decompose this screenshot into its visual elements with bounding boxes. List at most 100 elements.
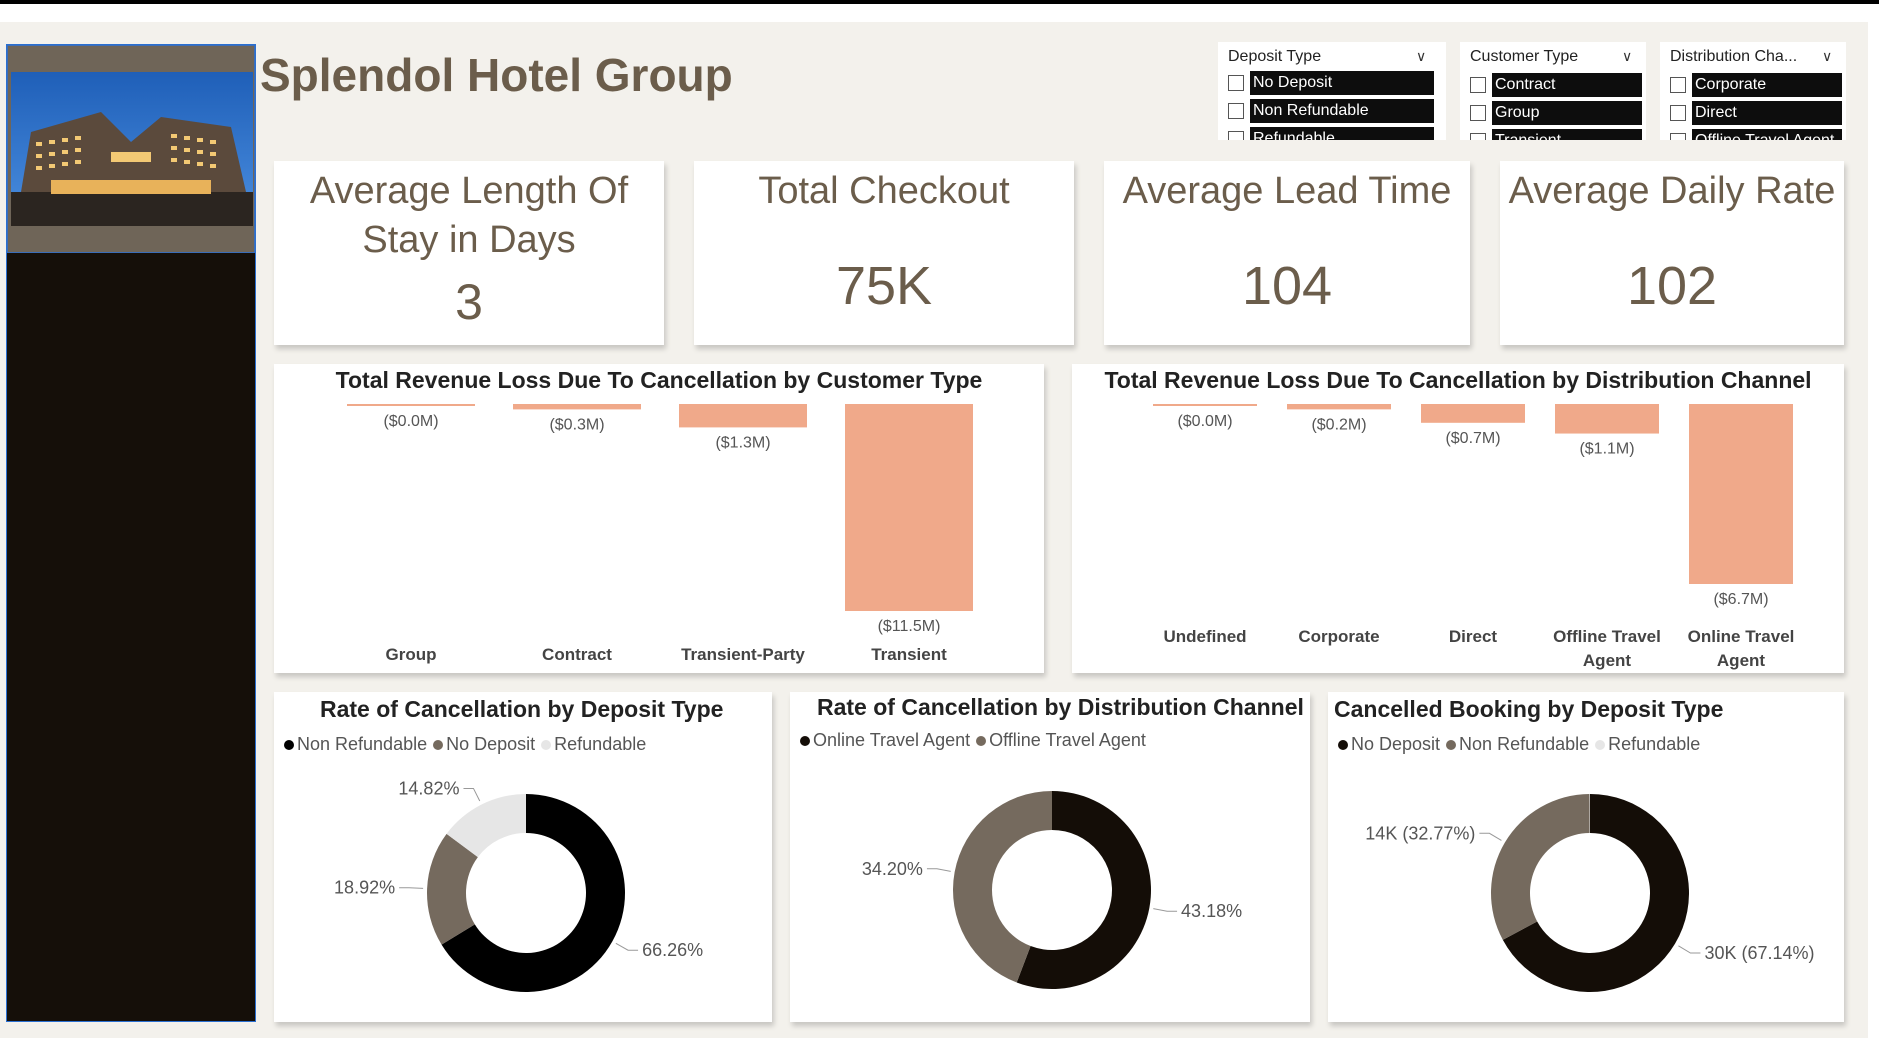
top-border [0,0,1879,4]
checkbox[interactable] [1470,105,1486,121]
leader-line [1153,908,1178,912]
kpi-title: Average Length Of Stay in Days [309,170,629,261]
bar-chart-svg: ($0.0M) Undefined ($0.2M) Corporate ($0.7M) D… [1153,404,1795,670]
bar[interactable] [1555,404,1659,434]
slicer-option-label: Transient [1492,129,1642,140]
category-label: Transient-Party [681,645,805,664]
bar[interactable] [1421,404,1525,423]
category-label: Agent [1583,651,1632,670]
sidebar [6,44,256,1022]
chevron-down-icon[interactable]: ∨ [1416,48,1426,65]
slicer-header: Customer Type [1470,48,1579,65]
slicer-option[interactable]: No Deposit [1228,71,1446,95]
checkbox[interactable] [1228,103,1244,119]
data-label: 18.92% [334,878,395,898]
bar[interactable] [1689,404,1793,584]
data-label: ($1.3M) [715,434,770,451]
category-label: Group [386,645,437,664]
data-label: ($1.1M) [1579,441,1634,458]
data-label: 43.18% [1181,901,1242,921]
customer-type-slicer[interactable]: Customer Type ∨ Contract Group Transient [1460,42,1646,140]
slicer-option[interactable]: Contract [1470,73,1646,97]
leader-line [463,787,481,802]
slicer-option[interactable]: Non Refundable [1228,99,1446,123]
category-label: Agent [1717,651,1766,670]
bar[interactable] [845,404,973,611]
checkbox[interactable] [1228,131,1244,140]
category-label: Online Travel [1688,627,1795,646]
slicer-option[interactable]: Direct [1670,101,1846,125]
kpi-value: 75K [835,256,933,316]
leader-line [926,868,951,872]
slicer-header: Deposit Type [1228,48,1322,65]
leader-line [1479,832,1502,841]
bar[interactable] [1287,404,1391,410]
bar[interactable] [679,404,807,428]
leader-line [1678,945,1701,954]
kpi-title: Average Lead Time [1122,170,1452,212]
checkbox[interactable] [1670,105,1686,121]
kpi-value: 3 [455,274,483,330]
checkbox[interactable] [1228,75,1244,91]
category-label: Direct [1449,627,1498,646]
chevron-down-icon[interactable]: ∨ [1622,48,1632,65]
data-label: ($0.0M) [383,413,438,430]
kpi-card-avg-daily-rate: Average Daily Rate 102 [1500,161,1844,345]
donut-slice[interactable] [1491,794,1590,940]
category-label: Corporate [1298,627,1379,646]
deposit-type-slicer[interactable]: Deposit Type ∨ No Deposit Non Refundable… [1218,42,1446,140]
slicer-header: Distribution Cha... [1670,48,1798,65]
checkbox[interactable] [1670,77,1686,93]
data-label: ($11.5M) [878,618,941,635]
category-label: Contract [542,645,612,664]
slicer-option[interactable]: Transient [1470,129,1646,140]
cancellation-rate-by-deposit-type-chart: Rate of Cancellation by Deposit Type Non… [274,692,772,1022]
category-label: Transient [871,645,947,664]
slicer-option-label: Corporate [1692,73,1842,97]
cancelled-booking-by-deposit-type-chart: Cancelled Booking by Deposit Type No Dep… [1328,692,1844,1022]
slicer-option[interactable]: Offline Travel Agent [1670,129,1846,140]
hotel-image [7,45,255,253]
kpi-title: Average Daily Rate [1508,170,1836,212]
slicer-option-label: Direct [1692,101,1842,125]
distribution-channel-slicer[interactable]: Distribution Cha... ∨ Corporate Direct O… [1660,42,1846,140]
slicer-option-label: No Deposit [1250,71,1434,95]
data-label: 14K (32.77%) [1365,823,1475,843]
bar[interactable] [347,404,475,406]
leader-line [399,887,424,889]
bar-chart-svg: ($0.0M) Group ($0.3M) Contract ($1.3M) Transi… [347,404,973,664]
data-label: ($0.2M) [1311,416,1366,433]
slicer-option[interactable]: Corporate [1670,73,1846,97]
kpi-card-total-checkout: Total Checkout 75K [694,161,1074,345]
revenue-loss-by-distribution-channel-chart: Total Revenue Loss Due To Cancellation b… [1072,364,1844,673]
leader-line [615,942,639,951]
page-title: Splendol Hotel Group [260,49,733,101]
slicer-option-label: Group [1492,101,1642,125]
donut-chart-svg: 30K (67.14%) 14K (32.77%) [1365,794,1815,992]
bar[interactable] [513,404,641,410]
slicer-option-label: Refundable [1250,127,1434,140]
category-label: Undefined [1163,627,1246,646]
slicer-option-label: Offline Travel Agent [1692,129,1842,140]
data-label: 66.26% [642,940,703,960]
kpi-card-avg-length-of-stay: Average Length Of Stay in Days 3 [274,161,664,345]
checkbox[interactable] [1670,133,1686,140]
kpi-value: 104 [1241,256,1333,316]
donut-chart-svg: 43.18% 34.20% [862,791,1242,989]
donut-chart-svg: 66.26% 18.92% 14.82% [334,778,703,992]
checkbox[interactable] [1470,77,1486,93]
kpi-value: 102 [1626,256,1718,316]
slicer-option[interactable]: Refundable [1228,127,1446,140]
data-label: 30K (67.14%) [1704,943,1814,963]
data-label: ($0.3M) [549,416,604,433]
checkbox[interactable] [1470,133,1486,140]
chevron-down-icon[interactable]: ∨ [1822,48,1832,65]
slicer-option[interactable]: Group [1470,101,1646,125]
data-label: ($0.7M) [1445,430,1500,447]
data-label: 34.20% [862,859,923,879]
data-label: ($6.7M) [1713,591,1768,608]
cancellation-rate-by-distribution-channel-chart: Rate of Cancellation by Distribution Cha… [790,692,1310,1022]
data-label: 14.82% [398,778,459,798]
bar[interactable] [1153,404,1257,406]
slicer-option-label: Contract [1492,73,1642,97]
